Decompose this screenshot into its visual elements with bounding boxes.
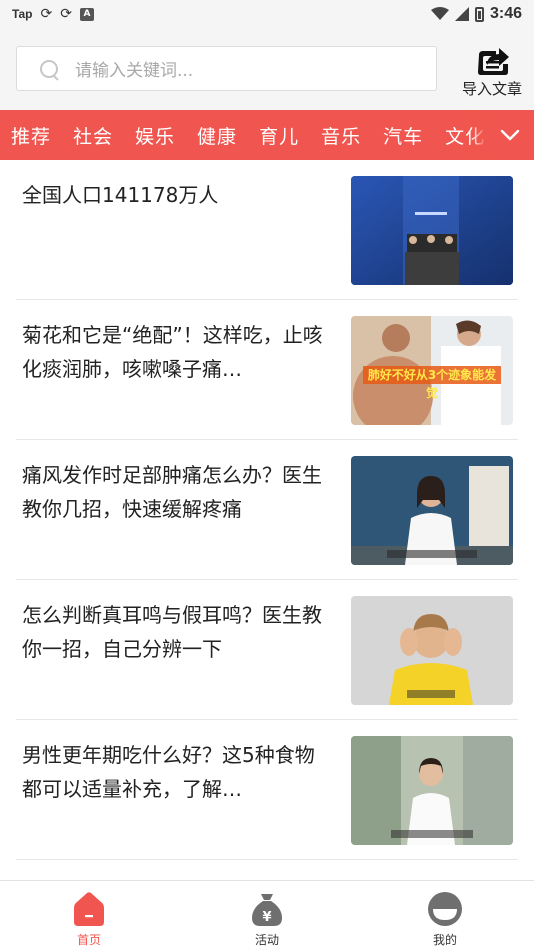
category-bar: 推荐 社会 娱乐 健康 育儿 音乐 汽车 文化 <box>0 110 534 160</box>
status-left: Tap ⟳ ⟳ A <box>12 6 94 22</box>
sync-icon: ⟳ <box>40 6 53 22</box>
profile-icon <box>428 892 462 926</box>
news-item[interactable]: 菊花和它是“绝配”！这样吃，止咳化痰润肺，咳嗽嗓子痛… 肺好不好从3个迹象能发觉 <box>16 300 518 440</box>
bottom-nav: 首页 ¥ 活动 我的 <box>0 880 534 950</box>
category-tab[interactable]: 育儿 <box>259 122 299 149</box>
news-title: 全国人口141178万人 <box>22 183 219 207</box>
category-tab[interactable]: 娱乐 <box>135 122 175 149</box>
status-bar: Tap ⟳ ⟳ A 3:46 <box>0 0 534 28</box>
category-tab[interactable]: 社会 <box>73 122 113 149</box>
nav-item-home[interactable]: 首页 <box>0 881 178 950</box>
news-title: 痛风发作时足部肿痛怎么办？医生教你几招，快速缓解疼痛 <box>22 463 322 521</box>
money-bag-icon: ¥ <box>252 894 282 926</box>
news-thumbnail <box>351 596 513 705</box>
status-time: 3:46 <box>489 5 522 22</box>
nav-item-profile[interactable]: 我的 <box>356 881 534 950</box>
sync-icon: ⟳ <box>60 6 72 22</box>
search-header: 请输入关键词... 导入文章 <box>0 28 534 110</box>
svg-text:¥: ¥ <box>262 910 271 925</box>
search-input[interactable]: 请输入关键词... <box>16 46 437 91</box>
status-app-label: Tap <box>12 7 33 21</box>
doctor-video-image <box>351 736 513 845</box>
news-item[interactable]: 痛风发作时足部肿痛怎么办？医生教你几招，快速缓解疼痛 <box>16 440 518 580</box>
search-icon <box>39 59 59 79</box>
nav-label-profile: 我的 <box>432 933 457 947</box>
news-item[interactable]: 全国人口141178万人 <box>16 160 518 300</box>
nav-item-activity[interactable]: ¥ 活动 <box>178 881 356 950</box>
nav-label-activity: 活动 <box>254 933 279 947</box>
news-feed: 全国人口141178万人 菊花和它是“绝配”！这样吃，止咳化痰润肺，咳嗽嗓子痛… <box>0 160 534 860</box>
import-article-label: 导入文章 <box>461 80 522 98</box>
home-icon <box>74 892 104 926</box>
chevron-down-icon <box>500 129 520 141</box>
search-placeholder: 请输入关键词... <box>75 61 194 81</box>
press-conference-image <box>351 176 513 285</box>
news-thumbnail <box>351 176 513 285</box>
import-article-button[interactable]: 导入文章 <box>454 42 530 104</box>
news-title: 菊花和它是“绝配”！这样吃，止咳化痰润肺，咳嗽嗓子痛… <box>22 323 323 381</box>
news-thumbnail <box>351 456 513 565</box>
category-tab[interactable]: 健康 <box>197 122 237 149</box>
category-tab[interactable]: 文化 <box>445 122 485 149</box>
ear-covering-image <box>351 596 513 705</box>
category-tab[interactable]: 音乐 <box>321 122 361 149</box>
thumbnail-banner: 肺好不好从3个迹象能发觉 <box>363 366 501 400</box>
doctor-video-image <box>351 456 513 565</box>
status-right: 3:46 <box>430 5 522 23</box>
text-a-icon: A <box>79 7 94 21</box>
news-item[interactable]: 男性更年期吃什么好？这5种食物都可以适量补充，了解… <box>16 720 518 860</box>
news-title: 男性更年期吃什么好？这5种食物都可以适量补充，了解… <box>22 743 315 801</box>
news-item[interactable]: 怎么判断真耳鸣与假耳鸣？医生教你一招，自己分辨一下 <box>16 580 518 720</box>
category-tab[interactable]: 推荐 <box>11 122 51 149</box>
category-list: 推荐 社会 娱乐 健康 育儿 音乐 汽车 文化 <box>0 110 496 160</box>
nav-label-home: 首页 <box>76 933 101 947</box>
news-title: 怎么判断真耳鸣与假耳鸣？医生教你一招，自己分辨一下 <box>22 603 322 661</box>
category-tab[interactable]: 汽车 <box>383 122 423 149</box>
news-thumbnail: 肺好不好从3个迹象能发觉 <box>351 316 513 425</box>
signal-icon <box>454 7 469 21</box>
battery-icon <box>474 6 484 22</box>
category-more-button[interactable] <box>486 110 534 160</box>
import-article-icon <box>478 48 509 75</box>
wifi-icon <box>430 7 449 20</box>
news-thumbnail <box>351 736 513 845</box>
